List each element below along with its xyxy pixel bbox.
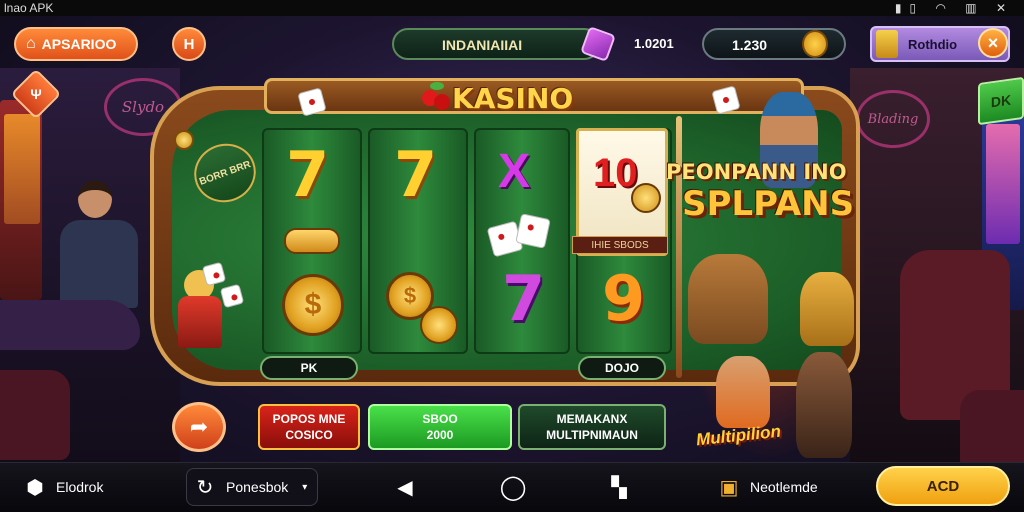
background-player [60, 180, 140, 310]
seven-symbol: 7 [286, 138, 330, 211]
share-icon: ➦ [189, 414, 209, 439]
side-sign-label: BORR BRR [197, 158, 253, 188]
red-action-line1: POPOS MNE [272, 412, 346, 426]
add-button[interactable]: ACD [876, 466, 1010, 506]
cherry-icon [420, 82, 454, 110]
x-symbol: X [498, 145, 531, 198]
nav-dropdown-content[interactable]: ↻ Ponesbok ▾ [192, 470, 308, 504]
reel-2: 7 $ [368, 128, 468, 354]
left-bet-pill[interactable]: PK [260, 356, 358, 380]
status-icons: ▮▯ ◠ ▥ ✕ [894, 1, 1014, 15]
green-action-button[interactable]: SBOO 2000 [368, 404, 512, 450]
promo-title-line1: PEONPANN INO [666, 160, 847, 184]
back-triangle-icon: ◀ [397, 476, 413, 499]
seven-symbol: 7 [394, 138, 438, 211]
coin-icon [174, 130, 194, 150]
promo-character-chef [716, 356, 770, 428]
red-action-button[interactable]: POPOS MNE COSICO [258, 404, 360, 450]
machine-title: KASINO [452, 82, 574, 115]
bar-symbol [284, 228, 340, 254]
coin-avatar-icon [802, 30, 828, 58]
profile-button-label: Rothdio [908, 37, 958, 52]
status-bar-title: lnao APK [4, 1, 54, 15]
profile-card-icon [876, 30, 898, 58]
coin-symbol [420, 306, 458, 344]
ten-symbol: 10 [593, 151, 638, 195]
nav-dropdown-label: Ponesbok [226, 479, 289, 495]
app-home-button[interactable]: ⌂ APSARIOO [14, 27, 138, 61]
nav-left-item[interactable]: ⬢ Elodrok [22, 470, 103, 504]
reel-divider [676, 116, 682, 378]
reel-label: IHIE SBODS [572, 236, 668, 254]
chevron-down-icon: ▾ [302, 481, 308, 493]
close-button[interactable]: × [978, 28, 1008, 58]
nav-home-button[interactable]: ◯ [499, 470, 527, 504]
status-bar: lnao APK ▮▯ ◠ ▥ ✕ [0, 0, 1024, 16]
coin-balance: 1.230 [732, 37, 768, 53]
home-icon: ⌂ [26, 35, 36, 52]
nav-right-label: Neotlemde [750, 479, 818, 495]
nav-back-button[interactable]: ◀ [392, 470, 418, 504]
background-chair-left [0, 370, 70, 460]
multiplier-action-button[interactable]: MEMAKANX MULTIPNIMAUN [518, 404, 666, 450]
h-button[interactable]: H [172, 27, 206, 61]
ticket-icon: ▣ [719, 476, 739, 499]
reel-3: X 7 [474, 128, 570, 354]
green-action-line1: SBOO [422, 412, 458, 426]
reel-1: 7 $ [262, 128, 362, 354]
home-circle-icon: ◯ [499, 473, 527, 501]
multiplier-action-line1: MEMAKANX [556, 412, 628, 426]
promo-character-fox [800, 272, 854, 346]
right-bet-pill[interactable]: DOJO [578, 356, 666, 380]
coin-icon [631, 183, 661, 213]
cube-icon: ⬢ [26, 476, 44, 499]
promo-title-line2: SPLPANS [682, 184, 855, 224]
nav-right-item[interactable]: ▣ Neotlemde [716, 470, 818, 504]
nine-symbol: 9 [602, 262, 646, 335]
background-chair-right-lower [960, 390, 1024, 470]
gem-value: 1.0201 [634, 36, 674, 51]
neon-sign-right: Blading [856, 90, 930, 148]
player-name-pill: INDANIAIIAI [392, 28, 600, 60]
slot-cabinet-left [0, 100, 42, 300]
nav-recents-button[interactable]: ▚ [606, 470, 632, 504]
share-button[interactable]: ➦ [172, 402, 226, 452]
dice-icon [515, 213, 551, 249]
nav-left-label: Elodrok [56, 479, 104, 495]
promo-character-dog [796, 352, 852, 458]
multiplier-action-line2: MULTIPNIMAUN [546, 428, 638, 442]
promo-character-monkey [688, 254, 768, 344]
dollar-coin-symbol: $ [282, 274, 344, 336]
player-name: INDANIAIIAI [442, 37, 523, 53]
seven-symbol: 7 [502, 262, 546, 335]
trident-icon: Ψ [30, 86, 42, 102]
red-action-line2: COSICO [285, 428, 333, 442]
green-action-line2: 2000 [426, 428, 454, 442]
background-table [0, 300, 140, 350]
refresh-icon: ↻ [196, 476, 214, 499]
corner-dk-button[interactable]: DK [978, 76, 1024, 126]
app-home-button-label: APSARIOO [41, 36, 117, 52]
recents-icon: ▚ [611, 476, 627, 499]
